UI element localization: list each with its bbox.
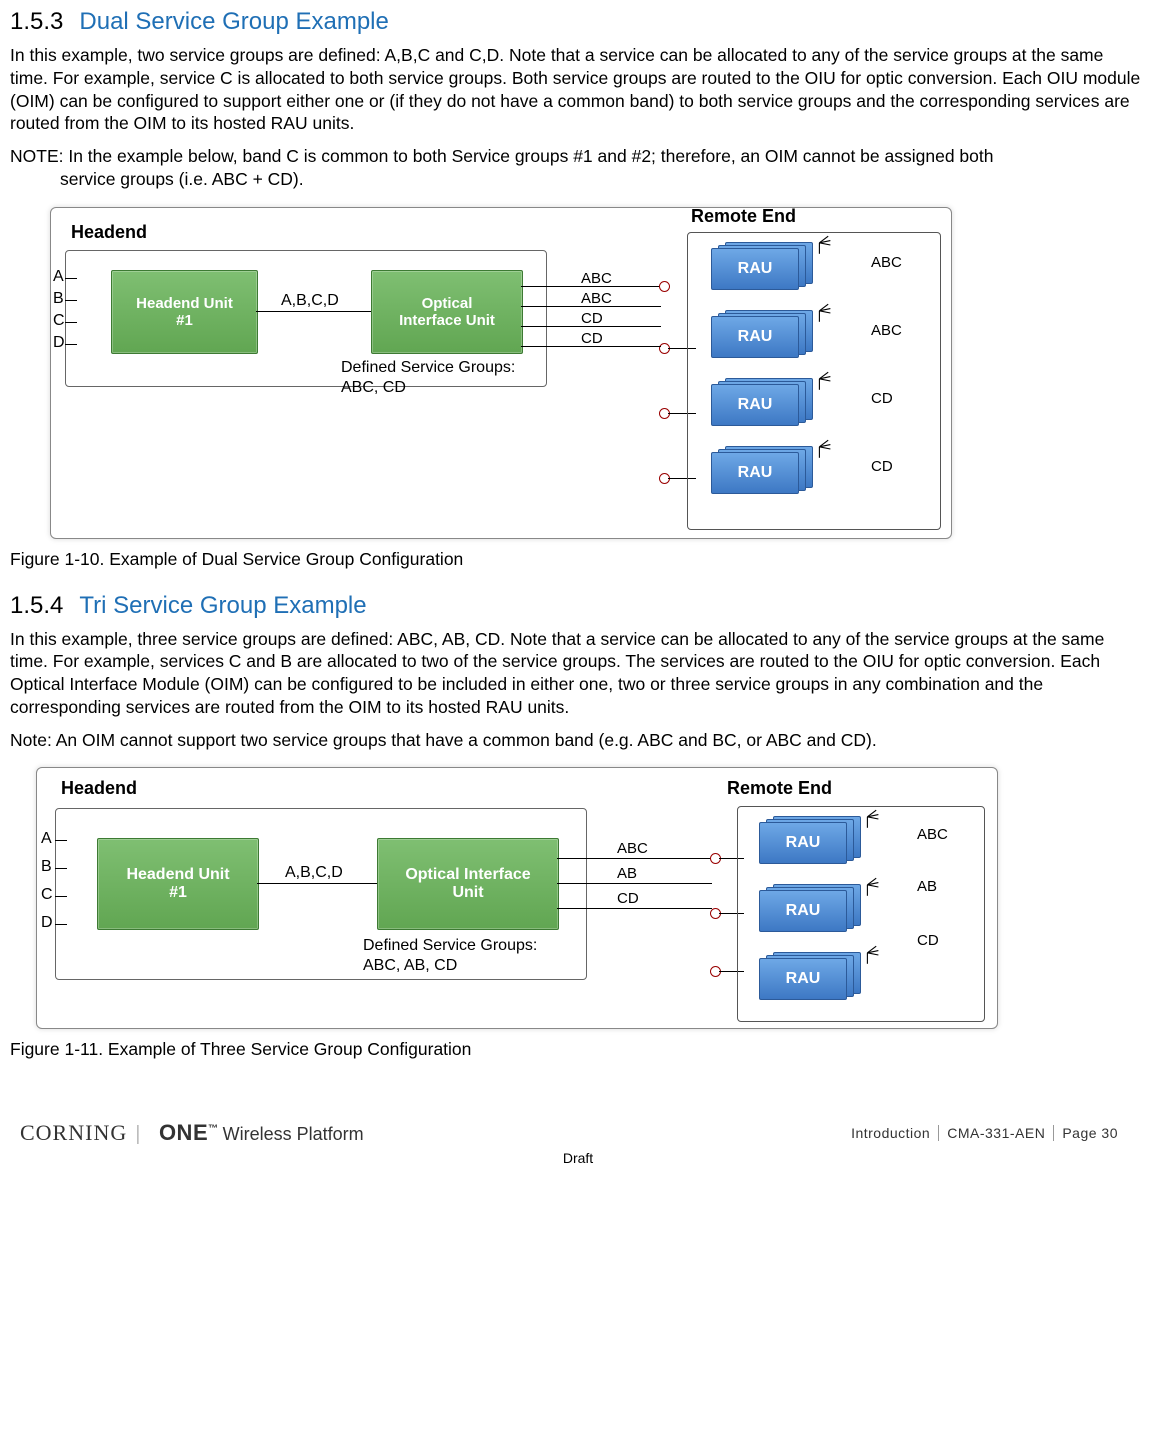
section-number: 1.5.3: [10, 8, 63, 36]
oiu-box: Optical Interface Unit: [377, 838, 559, 930]
figure-1-11: Headend Remote End A B C D Headend Unit …: [10, 763, 1146, 1033]
headend-label: Headend: [71, 222, 147, 243]
section-heading: 1.5.3 Dual Service Group Example: [10, 8, 1146, 36]
footer-section: Introduction: [843, 1125, 938, 1141]
input-label: C: [53, 312, 65, 330]
out-label: AB: [617, 865, 637, 882]
headend-unit-box: Headend Unit #1: [111, 270, 258, 354]
section-number: 1.5.4: [10, 592, 63, 620]
headend-unit-box: Headend Unit #1: [97, 838, 259, 930]
figure-caption: Figure 1-11. Example of Three Service Gr…: [10, 1039, 1146, 1060]
out-label: ABC: [617, 840, 648, 857]
link-label: A,B,C,D: [281, 292, 339, 310]
body-paragraph: In this example, two service groups are …: [10, 44, 1146, 135]
out-label: ABC: [581, 270, 612, 287]
figure-1-10: Headend Remote End A B C D Headend Unit …: [10, 203, 1146, 543]
section-title: Tri Service Group Example: [79, 592, 366, 620]
body-paragraph: In this example, three service groups ar…: [10, 628, 1146, 719]
draft-label: Draft: [10, 1150, 1146, 1166]
defined-sg-label: Defined Service Groups: ABC, AB, CD: [363, 936, 537, 976]
out-label: CD: [581, 330, 603, 347]
remote-end-label: Remote End: [727, 778, 832, 799]
note-text: NOTE: In the example below, band C is co…: [10, 145, 1146, 191]
rau-label: CD: [871, 458, 893, 475]
rau-label: CD: [917, 932, 939, 949]
out-label: CD: [581, 310, 603, 327]
brand-one: ONE: [159, 1120, 208, 1145]
defined-sg-label: Defined Service Groups: ABC, CD: [341, 358, 515, 398]
note-line: service groups (i.e. ABC + CD).: [10, 169, 304, 189]
input-label: A: [53, 268, 64, 286]
section-title: Dual Service Group Example: [79, 8, 388, 36]
footer-meta: Introduction CMA-331-AEN Page 30: [843, 1125, 1126, 1141]
input-label: D: [53, 334, 65, 352]
input-label: A: [41, 830, 52, 848]
oiu-box: Optical Interface Unit: [371, 270, 523, 354]
footer-page: Page 30: [1053, 1125, 1126, 1141]
input-label: D: [41, 914, 53, 932]
out-label: CD: [617, 890, 639, 907]
out-label: ABC: [581, 290, 612, 307]
rau-label: ABC: [871, 322, 902, 339]
note-text: Note: An OIM cannot support two service …: [10, 729, 1146, 752]
red-connector-icon: [659, 281, 670, 292]
brand-platform: Wireless Platform: [223, 1124, 364, 1145]
remote-end-label: Remote End: [691, 206, 796, 227]
rau-label: AB: [917, 878, 937, 895]
input-label: B: [53, 290, 64, 308]
footer-brand: CORNING | ONE™ Wireless Platform: [20, 1120, 364, 1146]
brand-corning: CORNING: [20, 1120, 127, 1146]
page-footer: CORNING | ONE™ Wireless Platform Introdu…: [10, 1120, 1146, 1146]
link-label: A,B,C,D: [285, 864, 343, 882]
headend-label: Headend: [61, 778, 137, 799]
figure-caption: Figure 1-10. Example of Dual Service Gro…: [10, 549, 1146, 570]
input-label: C: [41, 886, 53, 904]
section-heading: 1.5.4 Tri Service Group Example: [10, 592, 1146, 620]
rau-label: CD: [871, 390, 893, 407]
rau-label: ABC: [871, 254, 902, 271]
footer-docid: CMA-331-AEN: [938, 1125, 1053, 1141]
input-label: B: [41, 858, 52, 876]
rau-label: ABC: [917, 826, 948, 843]
note-line: NOTE: In the example below, band C is co…: [10, 146, 994, 166]
